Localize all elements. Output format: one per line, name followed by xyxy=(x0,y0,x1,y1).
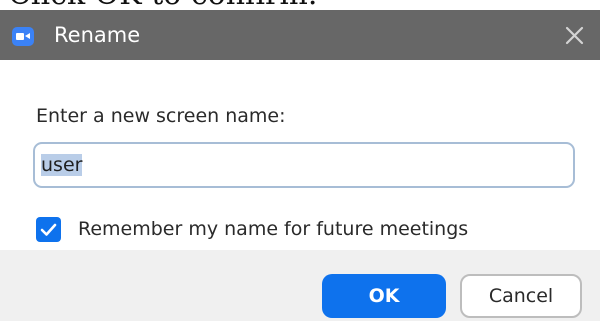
dialog-titlebar: Rename xyxy=(0,10,600,60)
screen-name-prompt: Enter a new screen name: xyxy=(36,105,286,127)
ok-button[interactable]: OK xyxy=(322,274,446,318)
dialog-title: Rename xyxy=(54,23,141,47)
cancel-button[interactable]: Cancel xyxy=(460,274,582,318)
close-button[interactable] xyxy=(556,18,592,52)
screen-name-input[interactable] xyxy=(33,142,575,188)
zoom-video-camera-icon xyxy=(12,27,34,46)
remember-name-label: Remember my name for future meetings xyxy=(78,218,469,240)
close-icon xyxy=(565,26,584,45)
dialog-footer: OK Cancel xyxy=(0,250,600,321)
background-caption: Click OK to confirm. xyxy=(8,0,317,10)
page: Click OK to confirm. Rename Enter a new … xyxy=(0,0,600,321)
remember-name-checkbox[interactable] xyxy=(36,217,61,242)
checkmark-icon xyxy=(40,223,57,236)
rename-dialog: Rename Enter a new screen name: Remember… xyxy=(0,10,600,321)
